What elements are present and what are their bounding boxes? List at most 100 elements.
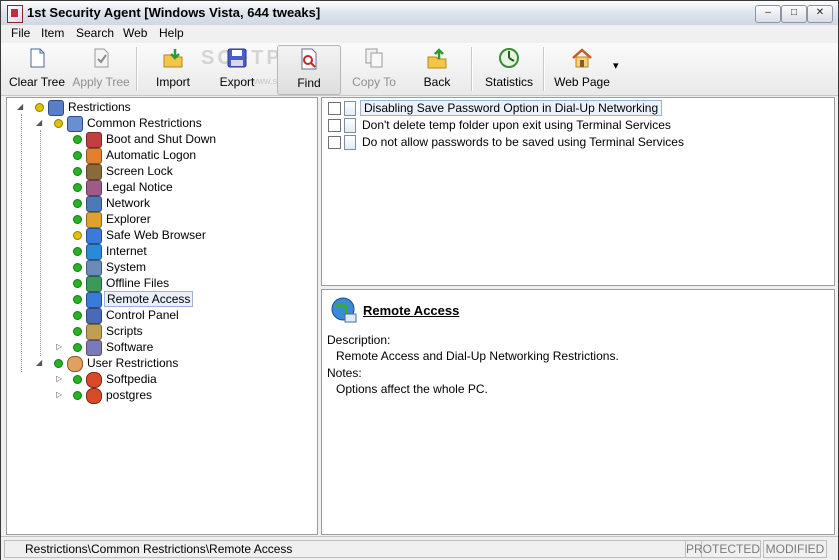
tree-node-restriction[interactable]: Offline Files — [7, 275, 307, 292]
close-button[interactable]: ✕ — [807, 5, 833, 23]
tree-label: Network — [106, 196, 151, 210]
copy-to-button[interactable]: Copy To — [345, 45, 403, 93]
maximize-button[interactable]: □ — [781, 5, 807, 23]
tree-node-restriction[interactable]: Boot and Shut Down — [7, 131, 307, 148]
notes-text: Options affect the whole PC. — [336, 382, 488, 396]
status-dot-icon — [73, 311, 82, 320]
menu-web[interactable]: Web — [123, 26, 147, 40]
description-label: Description: — [327, 333, 391, 347]
status-bar: Restrictions\Common Restrictions\Remote … — [1, 536, 838, 560]
tree-node-user-restrictions[interactable]: ◢ User Restrictions — [7, 355, 307, 372]
tweak-checkbox[interactable] — [328, 119, 341, 132]
menu-search[interactable]: Search — [76, 26, 114, 40]
tree-node-restriction[interactable]: Legal Notice — [7, 179, 307, 196]
tree-label-common-restrictions: Common Restrictions — [87, 116, 202, 130]
tree-node-restriction[interactable]: Control Panel — [7, 307, 307, 324]
tree-node-restriction[interactable]: Internet — [7, 243, 307, 260]
tree-label: Explorer — [106, 212, 151, 226]
web-page-button[interactable]: Web Page — [553, 45, 611, 93]
title-bar: 1st Security Agent [Windows Vista, 644 t… — [1, 1, 838, 26]
tree-label: Remote Access — [104, 291, 194, 307]
tree-node-restriction[interactable]: Automatic Logon — [7, 147, 307, 164]
export-button[interactable]: Export — [211, 45, 263, 93]
restriction-category-icon — [86, 308, 102, 324]
toolbar: SOFTPEDIA www.softpedia.com Clear Tree A… — [1, 43, 838, 96]
tree-node-restriction[interactable]: ▷ Software — [7, 339, 307, 356]
expand-icon[interactable]: ▷ — [56, 374, 66, 384]
users-icon — [67, 356, 83, 372]
apply-tree-button[interactable]: Apply Tree — [71, 45, 131, 93]
menu-help[interactable]: Help — [159, 26, 184, 40]
web-page-dropdown-icon[interactable]: ▾ — [613, 59, 619, 72]
statistics-label: Statistics — [484, 75, 533, 89]
status-dot-icon — [73, 135, 82, 144]
status-dot-icon — [73, 247, 82, 256]
clear-tree-button[interactable]: Clear Tree — [7, 45, 67, 93]
tweak-checkbox[interactable] — [328, 136, 341, 149]
status-dot-icon — [73, 295, 82, 304]
toolbar-separator — [136, 47, 138, 91]
status-dot-icon — [73, 279, 82, 288]
remote-access-icon — [330, 296, 357, 323]
tree-label-user: Softpedia — [106, 372, 157, 386]
toolbar-separator — [543, 47, 545, 91]
back-button[interactable]: Back — [411, 45, 463, 93]
protected-status: PROTECTED — [685, 540, 761, 558]
tree-node-user[interactable]: ▷ postgres — [7, 387, 307, 404]
collapse-icon[interactable]: ◢ — [17, 102, 27, 112]
tree-node-restrictions[interactable]: ◢ Restrictions — [7, 99, 307, 116]
restriction-category-icon — [86, 276, 102, 292]
tree-node-restriction[interactable]: Scripts — [7, 323, 307, 340]
web-page-label: Web Page — [554, 75, 610, 89]
statistics-button[interactable]: Statistics — [481, 45, 537, 93]
tweak-checkbox[interactable] — [328, 102, 341, 115]
tree-node-restriction[interactable]: Safe Web Browser — [7, 227, 307, 244]
status-dot-icon — [73, 343, 82, 352]
tree-node-restriction[interactable]: Network — [7, 195, 307, 212]
detail-panel: Remote Access Description: Remote Access… — [321, 289, 835, 535]
find-button[interactable]: Find — [277, 45, 341, 95]
tree-node-restriction[interactable]: System — [7, 259, 307, 276]
tree-label: Scripts — [106, 324, 143, 338]
document-icon — [344, 101, 356, 116]
tree-node-restriction[interactable]: Remote Access — [7, 291, 307, 308]
tree-label: Safe Web Browser — [106, 228, 206, 242]
expand-icon[interactable]: ▷ — [56, 390, 66, 400]
status-dot-icon — [73, 263, 82, 272]
app-window: 1st Security Agent [Windows Vista, 644 t… — [0, 0, 839, 560]
restriction-category-icon — [86, 260, 102, 276]
tree-node-user[interactable]: ▷ Softpedia — [7, 371, 307, 388]
tree-label: Legal Notice — [106, 180, 173, 194]
status-dot-green-icon — [54, 359, 63, 368]
user-icon — [86, 372, 102, 388]
status-dot-icon — [73, 183, 82, 192]
tree-node-restriction[interactable]: Screen Lock — [7, 163, 307, 180]
menu-file[interactable]: File — [11, 26, 30, 40]
import-icon — [162, 47, 184, 69]
notes-label: Notes: — [327, 366, 362, 380]
collapse-icon[interactable]: ◢ — [36, 118, 46, 128]
tweaks-list[interactable]: Disabling Save Password Option in Dial-U… — [321, 97, 835, 286]
document-icon — [344, 118, 356, 133]
restriction-category-icon — [86, 132, 102, 148]
copy-to-label: Copy To — [352, 75, 396, 89]
tree-node-common-restrictions[interactable]: ◢ Common Restrictions — [7, 115, 307, 132]
status-dot-yellow-icon — [35, 103, 44, 112]
restriction-category-icon — [86, 148, 102, 164]
export-icon — [226, 47, 248, 69]
minimize-button[interactable]: – — [755, 5, 781, 23]
collapse-icon[interactable]: ◢ — [36, 358, 46, 368]
tree-label-user-restrictions: User Restrictions — [87, 356, 179, 370]
restriction-category-icon — [86, 292, 102, 308]
restrictions-tree[interactable]: ◢ Restrictions ◢ Common Restrictions Boo… — [6, 97, 318, 535]
tree-node-restriction[interactable]: Explorer — [7, 211, 307, 228]
menu-item[interactable]: Item — [41, 26, 64, 40]
toolbar-separator — [471, 47, 473, 91]
import-button[interactable]: Import — [147, 45, 199, 93]
status-dot-green-icon — [73, 391, 82, 400]
expand-icon[interactable]: ▷ — [56, 342, 66, 352]
tree-label: Software — [106, 340, 154, 354]
status-dot-icon — [73, 167, 82, 176]
tree-label-user: postgres — [106, 388, 153, 402]
import-label: Import — [155, 75, 190, 89]
